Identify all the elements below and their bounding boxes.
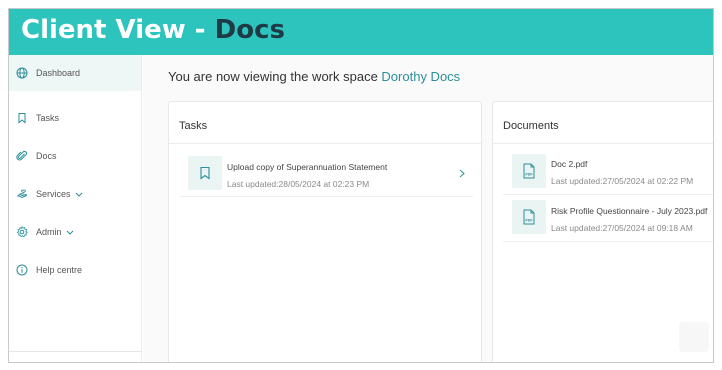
document-title: Risk Profile Questionnaire - July 2023.p… [551,206,708,216]
app-window: Client View - Docs Dashboard Tasks Docs … [8,8,714,363]
sidebar-item-label: Help centre [36,265,83,275]
bookmark-icon [18,113,26,124]
card-divider [493,143,713,144]
sidebar-item-label: Services [36,189,83,199]
sidebar-item-docs[interactable]: Docs [9,138,141,174]
row-divider [503,241,713,242]
tasks-card-title: Tasks [179,120,208,132]
workspace-link[interactable]: Dorothy Docs [381,69,460,84]
task-title: Upload copy of Superannuation Statement [227,162,388,172]
floating-action-button[interactable] [679,322,709,352]
document-tile: PDF [512,154,546,188]
sidebar-item-label: Tasks [36,113,60,123]
documents-card-title: Documents [503,120,559,132]
headline-text: You are now viewing the work space [168,69,382,84]
task-updated: Last updated:28/05/2024 at 02:23 PM [227,179,370,189]
sidebar-item-label: Docs [36,151,57,161]
workspace-headline: You are now viewing the work space Dorot… [168,69,460,84]
document-updated: Last updated:27/05/2024 at 02:22 PM [551,176,694,186]
info-icon [16,264,28,276]
chevron-down-icon [66,230,73,235]
sidebar-divider [9,351,141,352]
banner-title-light: Client View - [21,15,215,45]
banner-title: Client View - Docs [21,15,285,45]
hand-icon [17,189,28,199]
title-banner: Client View - Docs [9,9,713,55]
services-label: Services [36,189,71,199]
bookmark-icon [200,166,210,180]
pdf-file-icon: PDF [523,209,535,225]
sidebar-item-dashboard[interactable]: Dashboard [9,55,141,91]
chevron-right-icon[interactable] [459,169,465,178]
sidebar-item-label: Dashboard [36,68,81,78]
tasks-card: Tasks Upload copy of Superannuation Stat… [168,101,482,362]
sidebar-item-services[interactable]: Services [9,176,141,212]
row-divider [503,194,713,195]
svg-text:PDF: PDF [525,219,533,223]
sidebar-item-tasks[interactable]: Tasks [9,100,141,136]
pdf-file-icon: PDF [523,163,535,179]
document-tile: PDF [512,200,546,234]
chevron-down-icon [75,192,82,197]
document-title: Doc 2.pdf [551,159,588,169]
main-content: You are now viewing the work space Dorot… [143,55,713,362]
banner-title-dark: Docs [214,15,285,45]
sidebar-item-admin[interactable]: Admin [9,214,141,250]
sidebar-item-label: Admin [36,227,74,237]
admin-label: Admin [36,227,62,237]
gear-icon [16,226,28,238]
row-divider [179,196,473,197]
sidebar-item-help-centre[interactable]: Help centre [9,252,141,288]
document-updated: Last updated:27/05/2024 at 09:18 AM [551,223,693,233]
task-tile [188,156,222,190]
card-divider [169,143,481,144]
svg-text:PDF: PDF [525,173,533,177]
paperclip-icon [16,150,27,161]
sidebar: Dashboard Tasks Docs Services Admin Help… [9,55,142,362]
globe-icon [16,67,28,79]
